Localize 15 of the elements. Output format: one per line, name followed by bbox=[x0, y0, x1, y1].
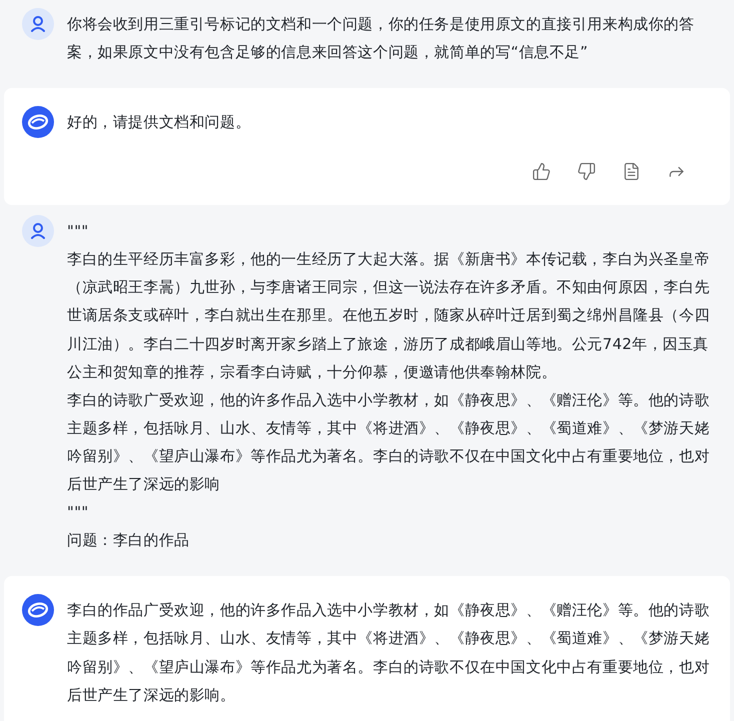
person-icon bbox=[30, 15, 46, 33]
message-text: 好的，请提供文档和问题。 bbox=[67, 112, 252, 134]
copy-button[interactable] bbox=[622, 162, 641, 182]
person-icon bbox=[30, 222, 46, 240]
thumbs-down-button[interactable] bbox=[577, 162, 596, 182]
ring-logo-icon bbox=[27, 602, 49, 618]
message-text: """ bbox=[67, 221, 90, 242]
message-text: """ bbox=[67, 502, 90, 524]
message-text: 李白的作品广受欢迎，他的许多作品入选中小学教材，如《静夜思》、《赠汪伦》等。他的诗歌主题多样，包括咏月、山水、友情等，其中《将进酒》、《静夜思》、《蜀道难》、《梦游天姥吟留别》、《望庐山瀑布》等作品尤为著名。李白的诗歌不仅在中国文化中占有重要地位，也对后世产生了深远的影响。 bbox=[67, 600, 710, 706]
message-text: 李白的生平经历丰富多彩，他的一生经历了大起大落。据《新唐书》本传记载，李白为兴圣皇帝（凉武昭王李暠）九世孙，与李唐诸王同宗，但这一说法存在许多矛盾。不知由何原因，李白先世谪居条支或碎叶，李白就出生在那里。在他五岁时，随家从碎叶迁居到蜀之绵州昌隆县（今四川江油）。李白二十四岁时离开家乡踏上了旅途，游历了成都峨眉山等地。公元742年，因玉真公主和贺知章的推荐，宗看李白诗赋，十分仰慕，便邀请他供奉翰林院。 bbox=[67, 249, 711, 383]
message-text: 你将会收到用三重引号标记的文档和一个问题，你的任务是使用原文的直接引用来构成你的答案，如果原文中没有包含足够的信息来回答这个问题，就简单的写“信息不足” bbox=[67, 14, 696, 64]
message-text: 李白的诗歌广受欢迎，他的许多作品入选中小学教材，如《静夜思》、《赠汪伦》等。他的诗歌主题多样，包括咏月、山水、友情等，其中《将进酒》、《静夜思》、《蜀道难》、《梦游天姥吟留别》、《望庐山瀑布》等作品尤为著名。李白的诗歌不仅在中国文化中占有重要地位，也对后世产生了深远的影响 bbox=[67, 390, 711, 496]
ring-logo-icon bbox=[27, 114, 49, 130]
thumbs-up-button[interactable] bbox=[532, 162, 551, 182]
message-text: 问题：李白的作品 bbox=[67, 530, 190, 552]
